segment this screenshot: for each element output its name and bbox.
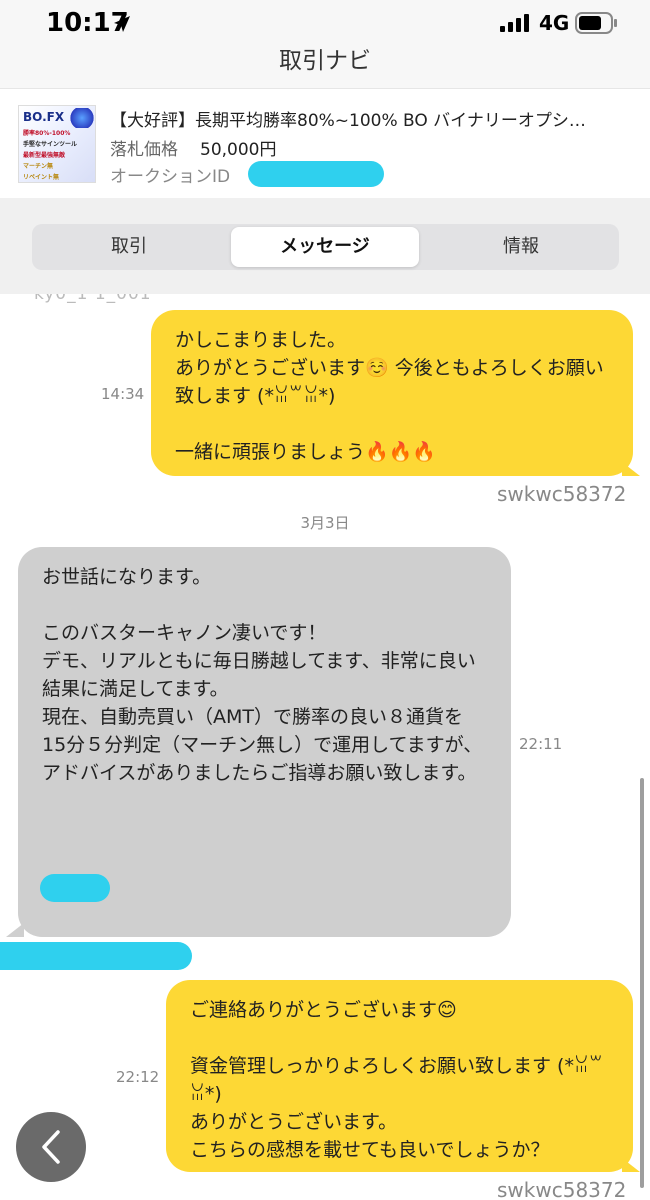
message-list[interactable]: ky0_1 1_001 かしこまりました。 ありがとうございます☺️ 今後ともよ… xyxy=(0,294,650,1200)
auction-id-label: オークションID xyxy=(110,167,231,187)
thumbnail-line: マーチン無 xyxy=(23,163,54,170)
message-sender: swkwc58372 xyxy=(497,1178,627,1200)
battery-icon xyxy=(575,12,617,34)
scrollbar[interactable] xyxy=(640,778,644,1188)
bubble-tail xyxy=(622,1158,640,1172)
listing-title[interactable]: 【大好評】長期平均勝率80%~100% BO バイナリーオプシ… xyxy=(110,106,630,131)
signature-redaction xyxy=(40,874,110,902)
thumbnail-line: 手堅なサインツール xyxy=(23,141,78,148)
thumbnail-line: リペイント無 xyxy=(23,174,60,181)
price-label: 落札価格 xyxy=(110,140,178,160)
message-bubble-sent: かしこまりました。 ありがとうございます☺️ 今後ともよろしくお願い致します (… xyxy=(151,310,633,476)
back-button[interactable] xyxy=(16,1112,86,1182)
thumbnail-line: 勝率80%-100% xyxy=(23,130,71,137)
sender-name-redaction xyxy=(0,942,192,970)
tab-info[interactable]: 情報 xyxy=(427,227,615,267)
navigation-bar: 取引ナビ xyxy=(0,46,650,88)
chevron-left-icon xyxy=(42,1130,60,1164)
date-separator: 3月3日 xyxy=(300,514,350,532)
location-arrow-icon xyxy=(114,16,130,32)
message-time: 22:11 xyxy=(519,735,563,753)
bubble-tail xyxy=(6,923,24,937)
bubble-tail xyxy=(622,462,640,476)
thumbnail-title: BO.FX xyxy=(23,110,65,124)
message-time: 14:34 xyxy=(101,385,145,403)
listing-thumbnail[interactable]: BO.FX 勝率80%-100% 手堅なサインツール 最新型最強無敵 マーチン無… xyxy=(18,105,96,183)
thumbnail-graphic xyxy=(69,108,95,128)
signal-icon xyxy=(500,14,529,32)
message-sender: swkwc58372 xyxy=(497,482,627,506)
tab-messages[interactable]: メッセージ xyxy=(231,227,419,267)
network-label: 4G xyxy=(539,11,570,35)
sender-name-partial: ky0_1 1_001 xyxy=(34,294,152,304)
status-bar: 10:17 4G xyxy=(0,0,650,46)
segmented-control: 取引 メッセージ 情報 xyxy=(32,224,619,270)
auction-id-redaction xyxy=(248,161,384,187)
thumbnail-line: 最新型最強無敵 xyxy=(23,152,66,159)
tab-area: 取引 メッセージ 情報 xyxy=(0,198,650,294)
message-time: 22:12 xyxy=(116,1068,160,1086)
page-title: 取引ナビ xyxy=(279,48,371,74)
tab-transaction[interactable]: 取引 xyxy=(35,227,223,267)
message-bubble-sent: ご連絡ありがとうございます😊 資金管理しっかりよろしくお願い致します (*ꈍ꒳ꈍ… xyxy=(166,980,633,1172)
price-value: 50,000円 xyxy=(200,140,277,160)
